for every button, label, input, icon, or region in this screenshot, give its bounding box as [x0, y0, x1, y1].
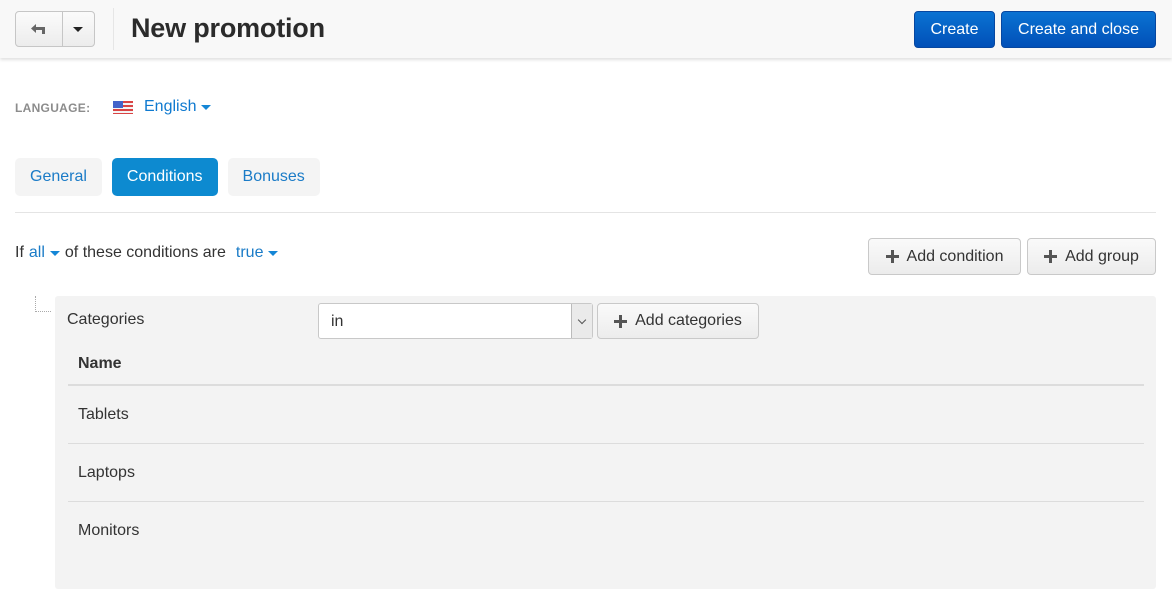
- select-arrow: [571, 304, 592, 338]
- tab-general[interactable]: General: [15, 158, 102, 196]
- add-condition-label: Add condition: [906, 247, 1004, 265]
- categories-table: Name Tablets Laptops Monitors: [68, 343, 1144, 560]
- back-dropdown-button[interactable]: [63, 12, 94, 46]
- match-type-value: all: [28, 244, 45, 261]
- language-label: LANGUAGE:: [15, 101, 91, 115]
- language-selector[interactable]: English: [113, 98, 212, 116]
- caret-down-icon: [201, 104, 212, 110]
- plus-icon: [1044, 250, 1058, 263]
- add-group-label: Add group: [1065, 247, 1139, 265]
- condition-label: Categories: [67, 311, 145, 328]
- tree-connector: [35, 296, 51, 312]
- condition-panel: Categories in Add categories Name Tablet…: [55, 296, 1156, 589]
- table-row: Tablets: [68, 386, 1144, 444]
- operator-select[interactable]: in: [318, 303, 593, 339]
- top-toolbar: New promotion Create Create and close: [0, 0, 1172, 58]
- back-button-group: [15, 11, 95, 47]
- conditions-middle-text: of these conditions are: [64, 244, 226, 261]
- caret-down-icon: [49, 250, 60, 256]
- plus-icon: [885, 250, 899, 263]
- table-row: Laptops: [68, 444, 1144, 502]
- column-header-name: Name: [68, 343, 1144, 386]
- us-flag-icon: [113, 100, 133, 114]
- operator-value: in: [331, 313, 344, 330]
- tab-bar: General Conditions Bonuses: [15, 158, 330, 196]
- add-categories-button[interactable]: Add categories: [597, 303, 759, 339]
- tab-conditions[interactable]: Conditions: [111, 158, 218, 196]
- plus-icon: [614, 314, 628, 328]
- condition-state-dropdown[interactable]: true: [236, 244, 279, 262]
- tab-bonuses[interactable]: Bonuses: [227, 158, 320, 196]
- match-type-dropdown[interactable]: all: [29, 244, 60, 262]
- conditions-prefix: If: [15, 244, 24, 261]
- language-value: English: [144, 98, 197, 115]
- caret-down-icon: [73, 26, 84, 32]
- page-title: New promotion: [131, 13, 325, 43]
- table-row: Monitors: [78, 522, 140, 539]
- conditions-sentence: If all of these conditions are true: [15, 244, 279, 262]
- back-arrow-icon: [30, 24, 45, 34]
- add-condition-button[interactable]: Add condition: [868, 238, 1021, 275]
- back-button[interactable]: [16, 12, 63, 46]
- caret-down-icon: [268, 250, 279, 256]
- chevron-down-icon: [577, 315, 587, 324]
- create-and-close-button[interactable]: Create and close: [1001, 11, 1156, 48]
- toolbar-divider: [113, 8, 114, 50]
- tabs-divider: [15, 212, 1156, 213]
- add-categories-label: Add categories: [635, 312, 742, 329]
- create-button[interactable]: Create: [914, 11, 995, 48]
- condition-state-value: true: [235, 244, 264, 261]
- add-group-button[interactable]: Add group: [1027, 238, 1156, 275]
